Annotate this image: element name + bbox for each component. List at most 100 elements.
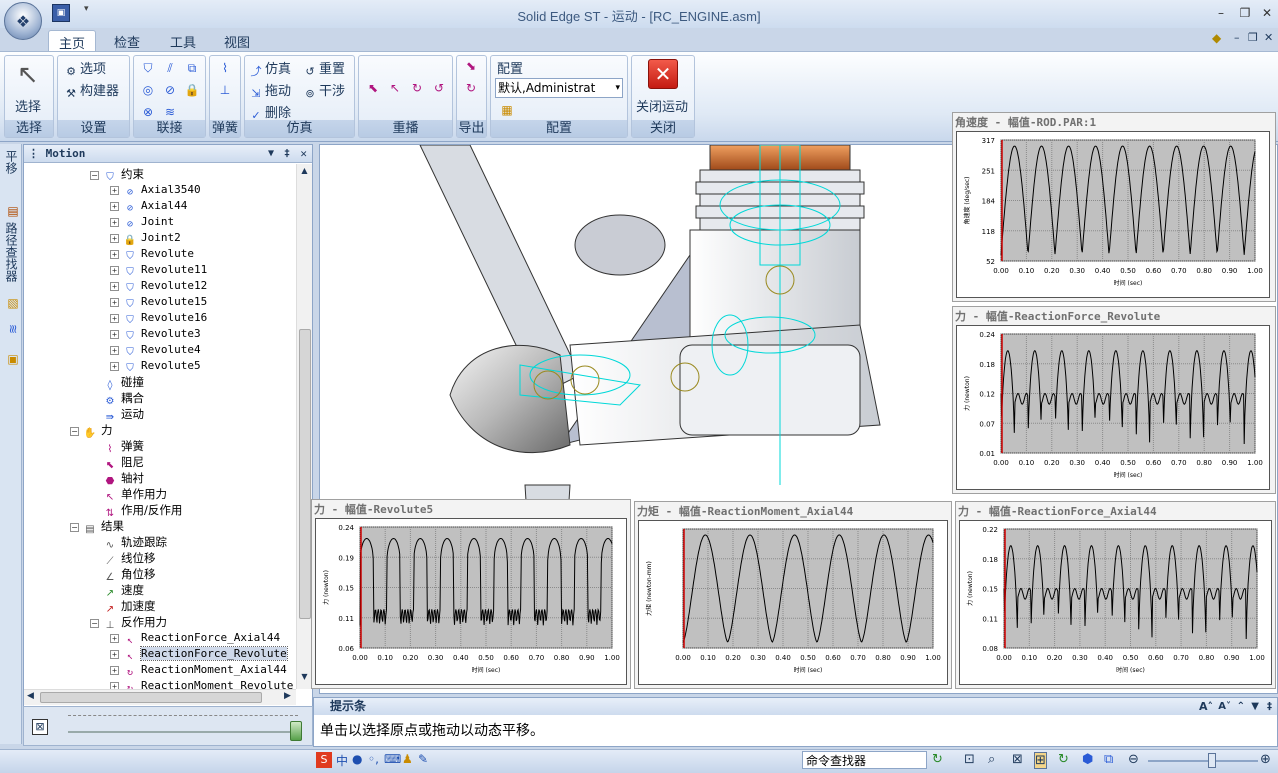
tree-item[interactable]: ↗ 加速度 — [90, 598, 156, 615]
expand-icon[interactable]: + — [110, 282, 119, 291]
zoom-slider-track[interactable] — [1148, 760, 1258, 762]
zoom-in-icon[interactable]: ⊕ — [1260, 752, 1271, 767]
tree-vertical-scrollbar[interactable]: ▲ ▼ — [296, 164, 312, 689]
simulate-button[interactable]: ⤴ 仿真 — [249, 58, 292, 79]
timeline-slider-thumb[interactable] — [290, 721, 302, 741]
ime-user-icon[interactable]: ♟ — [402, 752, 413, 766]
tree-item[interactable]: + ↖ ReactionForce_Axial44 — [110, 630, 280, 646]
zoom-icon[interactable]: ⌕ — [988, 752, 995, 767]
font-decrease-icon[interactable]: A˅ — [1218, 698, 1231, 715]
tree-item[interactable]: + ⛉ Revolute15 — [110, 294, 207, 310]
ime-logo-icon[interactable]: S — [316, 752, 332, 768]
tree-item[interactable]: + ⛉ Revolute3 — [110, 326, 201, 342]
rotate-icon[interactable]: ↻ — [1058, 752, 1069, 767]
expand-icon[interactable]: + — [110, 650, 119, 659]
zoom-out-icon[interactable]: ⊖ — [1128, 752, 1139, 767]
universal-joint-icon[interactable]: ⊗ — [140, 104, 156, 120]
expand-icon[interactable]: + — [110, 234, 119, 243]
interference-button[interactable]: ⊚ 干涉 — [303, 80, 345, 101]
tree-item[interactable]: + ⛉ Revolute4 — [110, 342, 201, 358]
tab-pan[interactable]: 平移 — [2, 150, 20, 174]
export-results-icon[interactable]: ↻ — [463, 80, 479, 96]
expand-icon[interactable]: + — [110, 330, 119, 339]
plot-reaction-force-revolute[interactable]: 力 - 幅值-ReactionForce_Revolute 0.24 0.18 0.… — [952, 306, 1276, 494]
scroll-left-icon[interactable]: ◀ — [27, 691, 34, 701]
tree-item[interactable]: ↗ 速度 — [90, 582, 144, 599]
expand-icon[interactable]: + — [110, 346, 119, 355]
pin-icon[interactable]: ‡ — [1267, 698, 1272, 715]
tree-item[interactable]: ◊ 碰撞 — [90, 374, 144, 391]
damper-icon[interactable]: ⊥ — [217, 82, 233, 98]
plot-reaction-force-axial44[interactable]: 力 - 幅值-ReactionForce_Axial44 0.22 0.18 0.1… — [955, 501, 1276, 689]
tree-item[interactable]: ⚙ 耦合 — [90, 390, 144, 407]
cylindrical-joint-icon[interactable]: ⫽ — [162, 60, 178, 76]
expand-icon[interactable]: + — [110, 666, 119, 675]
select-arrow-icon[interactable]: ↖ — [17, 60, 39, 90]
tree-item[interactable]: ⟋ 线位移 — [90, 550, 156, 567]
doc-close-icon[interactable]: ✕ — [1264, 31, 1273, 44]
panel-close-icon[interactable]: ✕ — [300, 145, 307, 163]
restore-icon[interactable]: ❐ — [1236, 6, 1254, 20]
scroll-down-icon[interactable]: ▼ — [298, 672, 311, 685]
zoom-slider-thumb[interactable] — [1208, 753, 1216, 768]
expand-icon[interactable]: + — [110, 314, 119, 323]
doc-restore-icon[interactable]: ❐ — [1248, 31, 1258, 44]
tree-item[interactable]: + ⛉ Revolute11 — [110, 262, 207, 278]
zoom-area-icon[interactable]: ⊡ — [964, 752, 975, 767]
spring-icon[interactable]: ⌇ — [217, 60, 233, 76]
ime-settings-icon[interactable]: ✎ — [418, 752, 428, 766]
config-manager-icon[interactable]: ▦ — [499, 102, 515, 118]
options-button[interactable]: ⚙ 选项 — [64, 58, 106, 79]
tree-item[interactable]: − ⛉ 约束 — [90, 166, 144, 183]
plot-angular-velocity[interactable]: 角速度 - 幅值-ROD.PAR:1 317 251 184 118 52 0.00 0.1… — [952, 112, 1276, 302]
expand-icon[interactable]: + — [110, 634, 119, 643]
tree-item[interactable]: ⇛ 运动 — [90, 406, 144, 423]
ime-chinese-icon[interactable]: 中 — [336, 752, 348, 769]
clear-icon[interactable]: ⊠ — [32, 719, 48, 735]
tree-item[interactable]: + ⛉ Revolute — [110, 246, 194, 262]
expand-icon[interactable]: + — [110, 362, 119, 371]
tree-item[interactable]: ↖ 单作用力 — [90, 486, 167, 503]
expand-icon[interactable]: + — [110, 266, 119, 275]
sensor-icon[interactable]: ≋ — [2, 324, 20, 334]
close-motion-icon[interactable]: ✕ — [648, 59, 678, 89]
tree-item[interactable]: ∠ 角位移 — [90, 566, 156, 583]
command-finder-input[interactable]: 命令查找器 — [802, 751, 927, 769]
expand-icon[interactable]: + — [110, 682, 119, 689]
builder-button[interactable]: ⚒ 构建器 — [64, 80, 119, 101]
export-video-icon[interactable]: ⬊ — [463, 58, 479, 74]
spherical-joint-icon[interactable]: ◎ — [140, 82, 156, 98]
loop-icon[interactable]: ↺ — [431, 80, 447, 96]
notes-icon[interactable]: ▣ — [2, 352, 20, 366]
expand-icon[interactable]: + — [110, 186, 119, 195]
tab-tools[interactable]: 工具 — [160, 30, 206, 52]
collapse-icon[interactable]: − — [70, 427, 79, 436]
tree-item[interactable]: + ⊘ Axial44 — [110, 198, 187, 214]
help-icon[interactable]: ◆ — [1212, 31, 1221, 45]
ime-symbol-icon[interactable]: ◦, — [368, 752, 379, 766]
tree-item[interactable]: ⬣ 轴衬 — [90, 470, 144, 487]
tree-item[interactable]: + ⊘ Joint — [110, 214, 174, 230]
tree-item[interactable]: ∿ 轨迹跟踪 — [90, 534, 167, 551]
layers-icon[interactable]: ▧ — [2, 296, 20, 310]
shaded-view-icon[interactable]: ⧉ — [1104, 752, 1113, 767]
view-orient-icon[interactable]: ⬢ — [1082, 752, 1093, 767]
command-finder-go-icon[interactable]: ↻ — [932, 752, 943, 767]
tab-home[interactable]: 主页 — [48, 30, 97, 52]
tree-item[interactable]: + 🔒 Joint2 — [110, 230, 181, 246]
collapse-icon[interactable]: − — [70, 523, 79, 532]
select-button[interactable]: 选择 — [15, 96, 41, 115]
tab-inspect[interactable]: 检查 — [104, 30, 150, 52]
tree-item[interactable]: ⌇ 弹簧 — [90, 438, 144, 455]
tree-item[interactable]: − ✋ 力 — [70, 422, 113, 439]
pin-icon[interactable]: ‡ — [284, 145, 290, 163]
tree-horizontal-scrollbar[interactable]: ◀ ▶ — [24, 689, 296, 705]
font-increase-icon[interactable]: A˄ — [1199, 698, 1213, 715]
play-backward-icon[interactable]: ⬉ — [365, 80, 381, 96]
prismatic-joint-icon[interactable]: ⧉ — [184, 60, 200, 76]
collapse-icon[interactable]: ⌃ — [1237, 698, 1245, 715]
expand-icon[interactable]: + — [110, 250, 119, 259]
plot-revolute5[interactable]: 力 - 幅值-Revolute5 0.24 0.19 0.15 0.11 0.06 0.0… — [311, 499, 631, 689]
tree-item[interactable]: + ↻ ReactionMoment_Revolute — [110, 678, 293, 689]
tree-item[interactable]: ⇅ 作用/反作用 — [90, 502, 183, 519]
